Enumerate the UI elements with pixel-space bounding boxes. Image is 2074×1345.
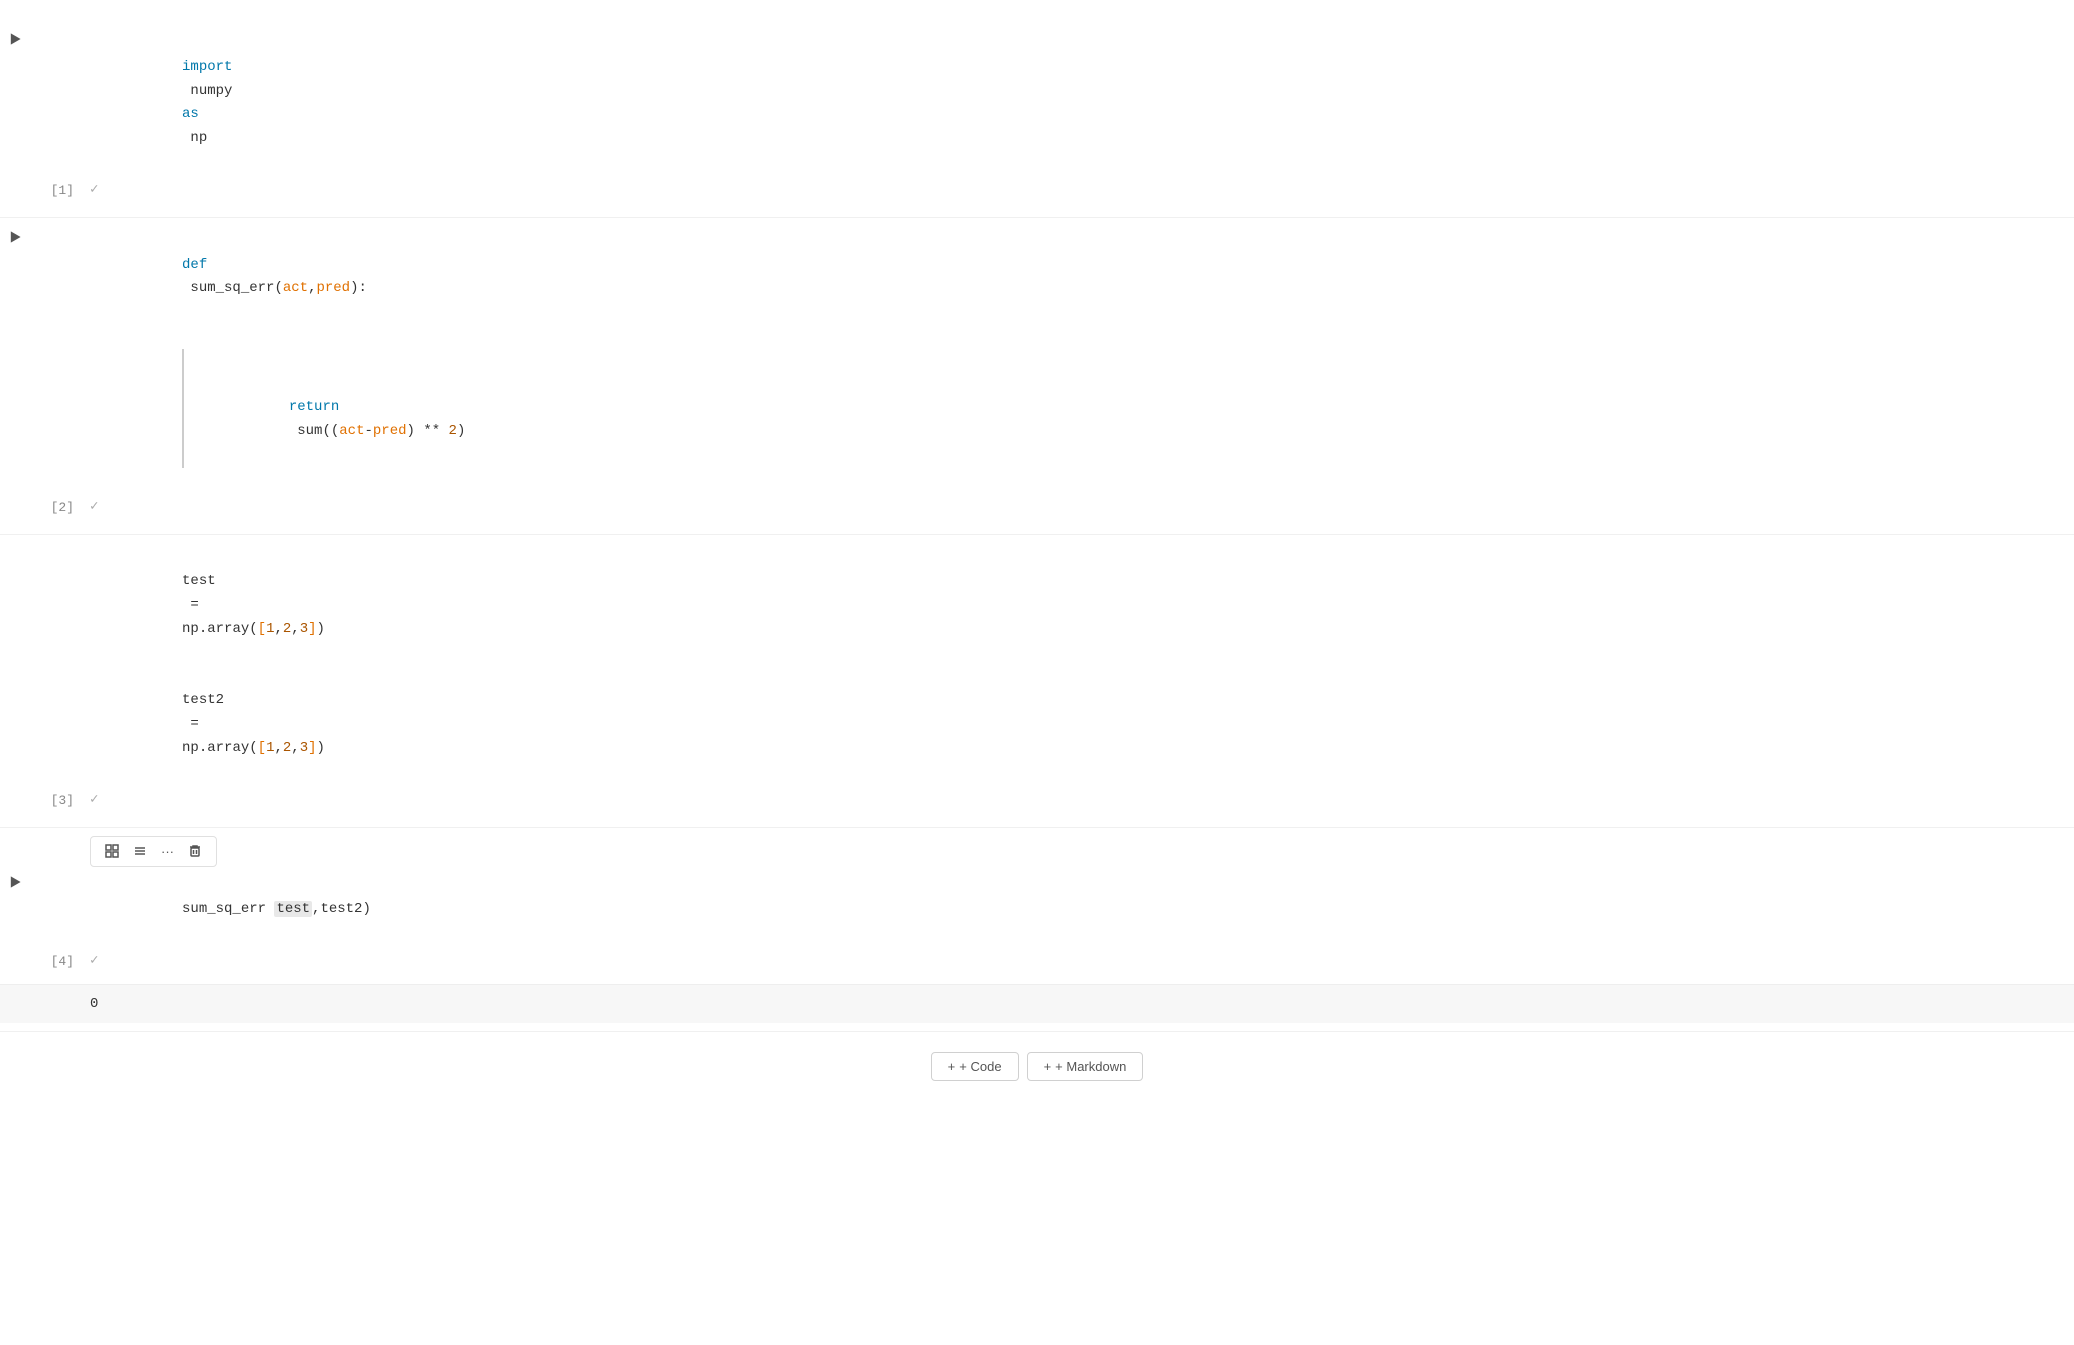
cell-status-4: ✓ <box>90 950 98 969</box>
cell-code-1[interactable]: import numpy as np <box>90 28 2074 179</box>
add-markdown-button[interactable]: + + Markdown <box>1027 1052 1144 1081</box>
run-button-2[interactable] <box>0 226 30 244</box>
toolbar-delete-button[interactable] <box>182 841 208 861</box>
cell-status-3: ✓ <box>90 789 98 808</box>
cell-label-2: [2] <box>30 496 90 515</box>
toolbar-grid-button[interactable] <box>99 841 125 861</box>
cell-code-4[interactable]: sum_sq_err test,test2) <box>90 871 2074 950</box>
cell-number-4 <box>30 871 90 875</box>
cell-number-2 <box>30 226 90 230</box>
cell-number-3 <box>30 543 90 547</box>
cell-status-1: ✓ <box>90 179 98 198</box>
cell-1: import numpy as np [1] ✓ <box>0 20 2074 218</box>
add-code-plus-icon: + <box>948 1059 956 1074</box>
run-button-4[interactable] <box>0 871 30 889</box>
cell-number-1 <box>30 28 90 32</box>
add-cell-bar: + + Code + + Markdown <box>0 1040 2074 1093</box>
cell-label-3: [3] <box>30 789 90 808</box>
cell-3: test = np.array([1,2,3]) test2 = np.arra… <box>0 535 2074 828</box>
cell-code-3[interactable]: test = np.array([1,2,3]) test2 = np.arra… <box>90 543 2074 789</box>
toolbar-list-button[interactable] <box>127 841 153 861</box>
add-code-button[interactable]: + + Code <box>931 1052 1019 1081</box>
cell-2: def sum_sq_err(act,pred): return sum((ac… <box>0 218 2074 535</box>
run-button-1[interactable] <box>0 28 30 46</box>
cell-4: ··· sum_sq_err test,test2) <box>0 828 2074 1033</box>
add-code-label: + Code <box>959 1059 1001 1074</box>
cell-code-2[interactable]: def sum_sq_err(act,pred): return sum((ac… <box>90 226 2074 496</box>
cell-label-1: [1] <box>30 179 90 198</box>
cell-label-4: [4] <box>30 950 90 969</box>
toolbar-more-button[interactable]: ··· <box>155 841 180 862</box>
cell-toolbar-4: ··· <box>90 836 217 867</box>
run-button-3[interactable] <box>0 543 30 547</box>
cell-status-2: ✓ <box>90 496 98 515</box>
add-markdown-plus-icon: + <box>1044 1059 1052 1074</box>
add-markdown-label: + Markdown <box>1055 1059 1126 1074</box>
cell-output-4: 0 <box>0 984 2074 1023</box>
notebook: import numpy as np [1] ✓ def sum_sq <box>0 0 2074 1113</box>
